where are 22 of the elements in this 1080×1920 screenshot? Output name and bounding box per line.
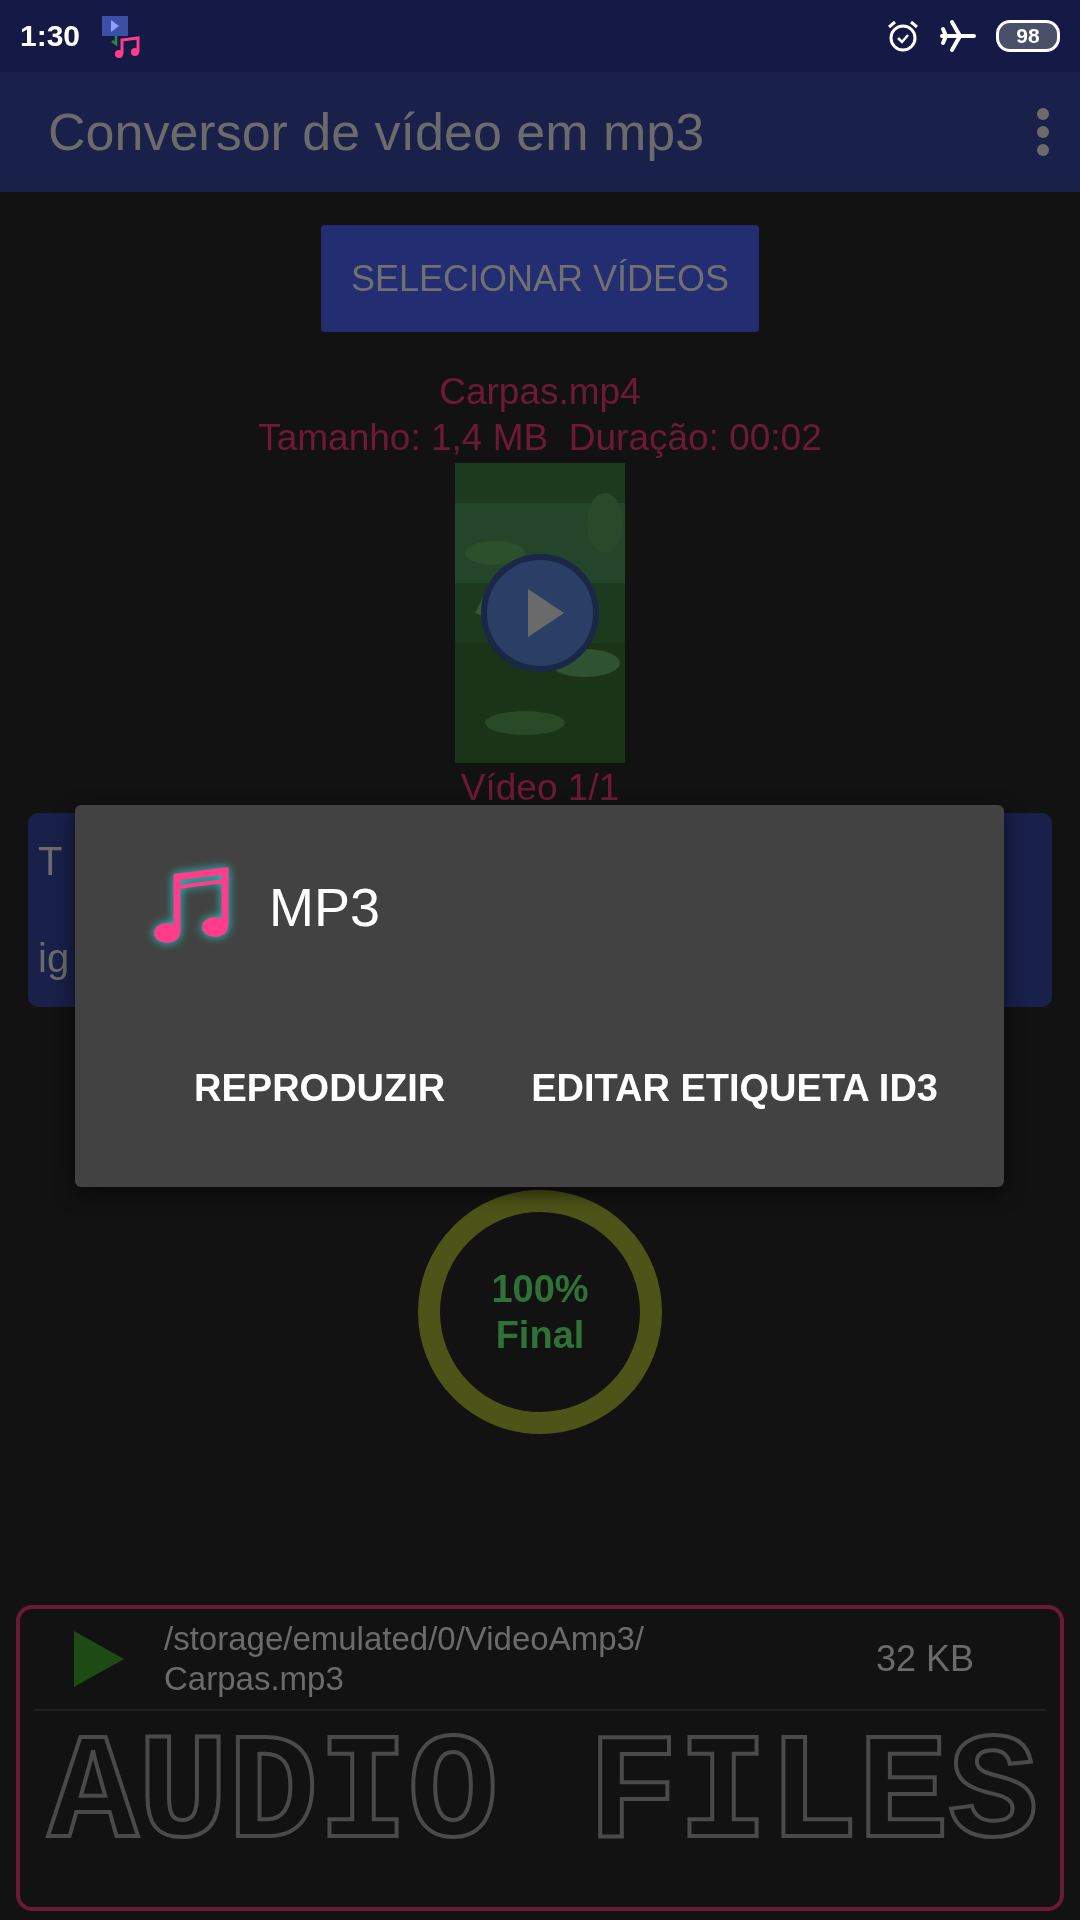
file-size: 32 KB bbox=[875, 1638, 974, 1680]
app-title: Conversor de vídeo em mp3 bbox=[48, 102, 706, 162]
alarm-icon bbox=[886, 19, 920, 53]
progress-percent: 100% bbox=[491, 1267, 589, 1312]
dialog-action[interactable]: EDITAR ETIQUETA ID3 bbox=[517, 1059, 952, 1118]
file-path-line: Carpas.mp3 bbox=[164, 1659, 345, 1699]
video-details: Tamanho: 1,4 MB Duração: 00:02 bbox=[258, 416, 822, 460]
card-text: T bbox=[38, 839, 64, 884]
file-path-line: /storage/emulated/0/VideoAmp3/ bbox=[164, 1619, 645, 1659]
dialog-title: MP3 bbox=[269, 876, 381, 938]
video-name: Carpas.mp4 bbox=[439, 370, 641, 414]
airplane-icon bbox=[940, 19, 976, 53]
status-time: 1:30 bbox=[20, 19, 81, 53]
dialog-action[interactable]: REPRODUZIR bbox=[180, 1059, 460, 1118]
more-menu-icon[interactable] bbox=[1036, 107, 1050, 157]
video-counter: Vídeo 1/1 bbox=[460, 766, 620, 810]
battery-level: 98 bbox=[996, 20, 1060, 52]
progress-label: Final bbox=[495, 1313, 585, 1358]
play-icon[interactable] bbox=[72, 1629, 126, 1689]
video-to-music-icon bbox=[100, 14, 143, 58]
play-icon[interactable] bbox=[480, 553, 600, 673]
card-text: ig bbox=[38, 936, 71, 981]
